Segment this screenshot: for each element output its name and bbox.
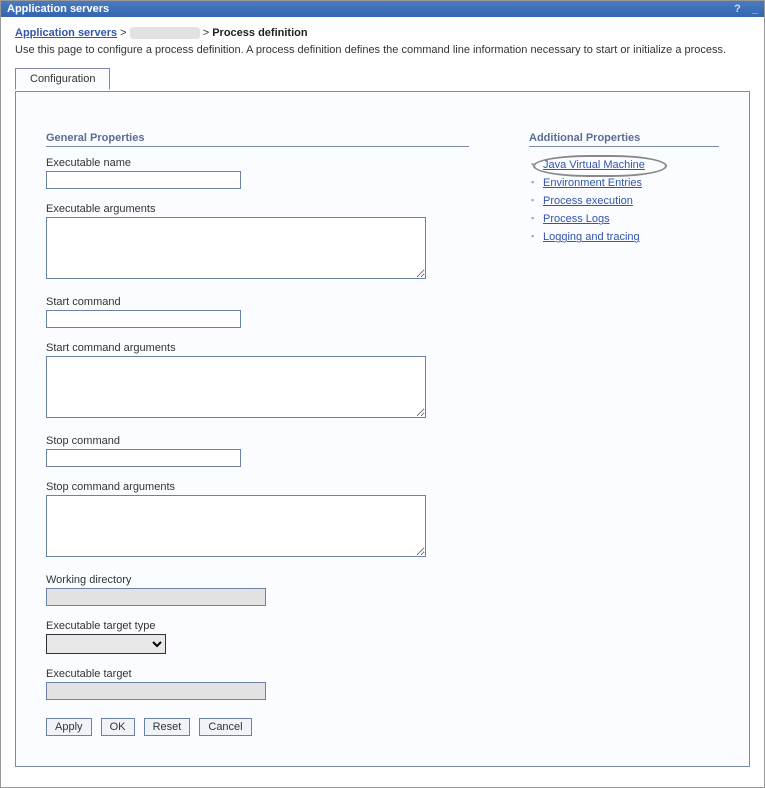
apply-button[interactable]: Apply: [46, 718, 92, 736]
start-command-label: Start command: [46, 296, 469, 308]
ok-button[interactable]: OK: [101, 718, 135, 736]
breadcrumb-server-name: [130, 27, 200, 39]
breadcrumb-root-link[interactable]: Application servers: [15, 27, 117, 39]
stop-command-args-label: Stop command arguments: [46, 481, 469, 493]
additional-links-list: Java Virtual Machine Environment Entries…: [529, 157, 719, 247]
button-row: Apply OK Reset Cancel: [46, 718, 469, 736]
list-item: Environment Entries: [529, 175, 719, 193]
executable-arguments-label: Executable arguments: [46, 203, 469, 215]
executable-arguments-textarea[interactable]: [46, 217, 426, 279]
content-area: Application servers > > Process definiti…: [1, 17, 764, 787]
process-logs-link[interactable]: Process Logs: [543, 213, 610, 225]
environment-entries-link[interactable]: Environment Entries: [543, 177, 642, 189]
list-item: Process execution: [529, 193, 719, 211]
breadcrumb-separator: >: [120, 27, 126, 39]
working-directory-input[interactable]: [46, 588, 266, 606]
stop-command-args-textarea[interactable]: [46, 495, 426, 557]
additional-properties-title: Additional Properties: [529, 132, 719, 147]
app-window: Application servers ? _ Application serv…: [0, 0, 765, 788]
help-icon[interactable]: ?: [734, 3, 741, 15]
start-command-args-textarea[interactable]: [46, 356, 426, 418]
process-execution-link[interactable]: Process execution: [543, 195, 633, 207]
stop-command-input[interactable]: [46, 449, 241, 467]
breadcrumb-separator: >: [203, 27, 209, 39]
window-title: Application servers: [7, 3, 109, 15]
titlebar: Application servers ? _: [1, 1, 764, 17]
stop-command-label: Stop command: [46, 435, 469, 447]
breadcrumb: Application servers > > Process definiti…: [15, 27, 750, 39]
general-properties-section: General Properties Executable name Execu…: [46, 132, 469, 736]
executable-target-input[interactable]: [46, 682, 266, 700]
list-item: Logging and tracing: [529, 229, 719, 247]
page-description: Use this page to configure a process def…: [15, 43, 750, 58]
executable-target-type-select[interactable]: [46, 634, 166, 654]
list-item: Java Virtual Machine: [529, 157, 719, 175]
minimize-icon[interactable]: _: [752, 3, 758, 15]
start-command-args-label: Start command arguments: [46, 342, 469, 354]
breadcrumb-current: Process definition: [212, 27, 307, 39]
executable-target-label: Executable target: [46, 668, 469, 680]
executable-target-type-label: Executable target type: [46, 620, 469, 632]
start-command-input[interactable]: [46, 310, 241, 328]
tab-configuration[interactable]: Configuration: [15, 68, 110, 90]
jvm-link[interactable]: Java Virtual Machine: [543, 159, 645, 171]
tab-bar: Configuration: [15, 68, 750, 92]
reset-button[interactable]: Reset: [144, 718, 191, 736]
list-item: Process Logs: [529, 211, 719, 229]
executable-name-label: Executable name: [46, 157, 469, 169]
cancel-button[interactable]: Cancel: [199, 718, 251, 736]
logging-tracing-link[interactable]: Logging and tracing: [543, 231, 640, 243]
general-properties-title: General Properties: [46, 132, 469, 147]
working-directory-label: Working directory: [46, 574, 469, 586]
additional-properties-section: Additional Properties Java Virtual Machi…: [529, 132, 719, 247]
config-panel: General Properties Executable name Execu…: [15, 91, 750, 767]
executable-name-input[interactable]: [46, 171, 241, 189]
